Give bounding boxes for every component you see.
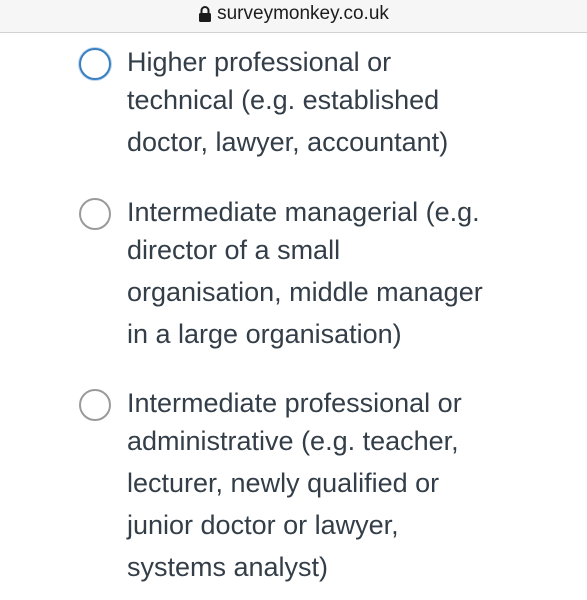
option-label-line: technical (e.g. established [127, 85, 440, 115]
option-label-line: in a large organisation) [127, 319, 402, 349]
option-label-line: systems analyst) [127, 552, 329, 582]
option-label[interactable]: Intermediate professional or administrat… [127, 383, 547, 587]
option-label-line: doctor, lawyer, accountant) [127, 127, 449, 157]
option-label-line: Intermediate professional or [127, 388, 462, 418]
address-bar[interactable]: surveymonkey.co.uk [0, 0, 587, 33]
option-label-line: administrative (e.g. teacher, [127, 426, 459, 456]
option-label[interactable]: Higher professional or technical (e.g. e… [127, 42, 547, 162]
option-label-line: director of a small [127, 235, 341, 265]
url-display[interactable]: surveymonkey.co.uk [198, 3, 389, 25]
option-label-line: organisation, middle manager [127, 277, 483, 307]
radio-button[interactable] [79, 48, 111, 80]
option-label-line: lecturer, newly qualified or [127, 468, 440, 498]
option-label-line: Intermediate managerial (e.g. [127, 197, 480, 227]
radio-button[interactable] [79, 198, 111, 230]
lock-icon [198, 5, 212, 23]
url-text: surveymonkey.co.uk [217, 3, 389, 24]
option-label-line: Higher professional or [127, 47, 392, 77]
option-label[interactable]: Intermediate managerial (e.g. director o… [127, 192, 547, 354]
option-label-line: junior doctor or lawyer, [127, 510, 399, 540]
radio-button[interactable] [79, 389, 111, 421]
